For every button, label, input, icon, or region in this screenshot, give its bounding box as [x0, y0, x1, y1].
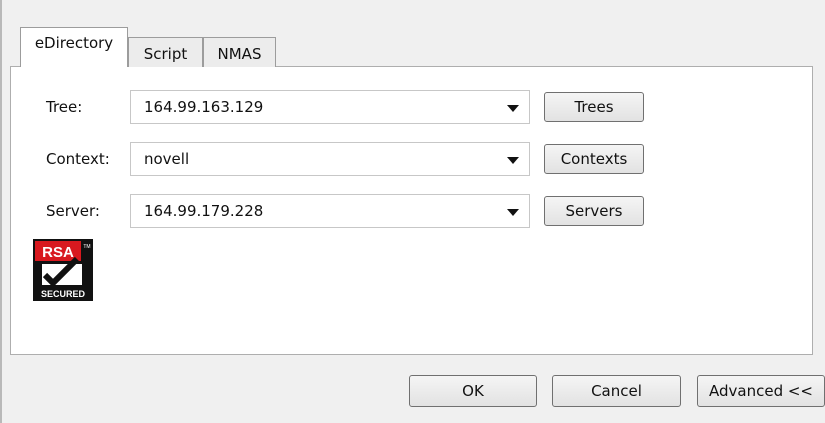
trees-button[interactable]: Trees	[544, 92, 644, 122]
chevron-down-icon[interactable]	[507, 209, 519, 216]
window-left-border	[0, 0, 2, 423]
chevron-down-icon[interactable]	[507, 157, 519, 164]
server-label: Server:	[46, 202, 100, 220]
tree-label: Tree:	[46, 98, 83, 116]
rsa-secured-logo-graphic: RSA TM SECURED	[33, 239, 93, 301]
svg-text:TM: TM	[83, 244, 90, 250]
tree-combobox[interactable]: 164.99.163.129	[130, 90, 530, 124]
context-value: novell	[144, 150, 190, 168]
server-value: 164.99.179.228	[144, 202, 264, 220]
tab-script[interactable]: Script	[128, 37, 203, 67]
svg-text:SECURED: SECURED	[41, 289, 86, 299]
context-combobox[interactable]: novell	[130, 142, 530, 176]
servers-button[interactable]: Servers	[544, 196, 644, 226]
tab-nmas-label: NMAS	[217, 45, 262, 63]
tree-value: 164.99.163.129	[144, 98, 264, 116]
tab-script-label: Script	[143, 45, 188, 63]
ok-button[interactable]: OK	[409, 375, 537, 407]
context-label: Context:	[46, 150, 110, 168]
rsa-secured-logo: RSA TM SECURED	[33, 239, 93, 301]
chevron-down-icon[interactable]	[507, 105, 519, 112]
server-combobox[interactable]: 164.99.179.228	[130, 194, 530, 228]
tab-edirectory-label: eDirectory	[34, 34, 114, 52]
advanced-button[interactable]: Advanced <<	[697, 375, 825, 407]
tab-nmas[interactable]: NMAS	[203, 37, 276, 67]
cancel-button[interactable]: Cancel	[552, 375, 681, 407]
tab-edirectory[interactable]: eDirectory	[20, 27, 128, 67]
contexts-button[interactable]: Contexts	[544, 144, 644, 174]
svg-text:RSA: RSA	[42, 244, 74, 261]
